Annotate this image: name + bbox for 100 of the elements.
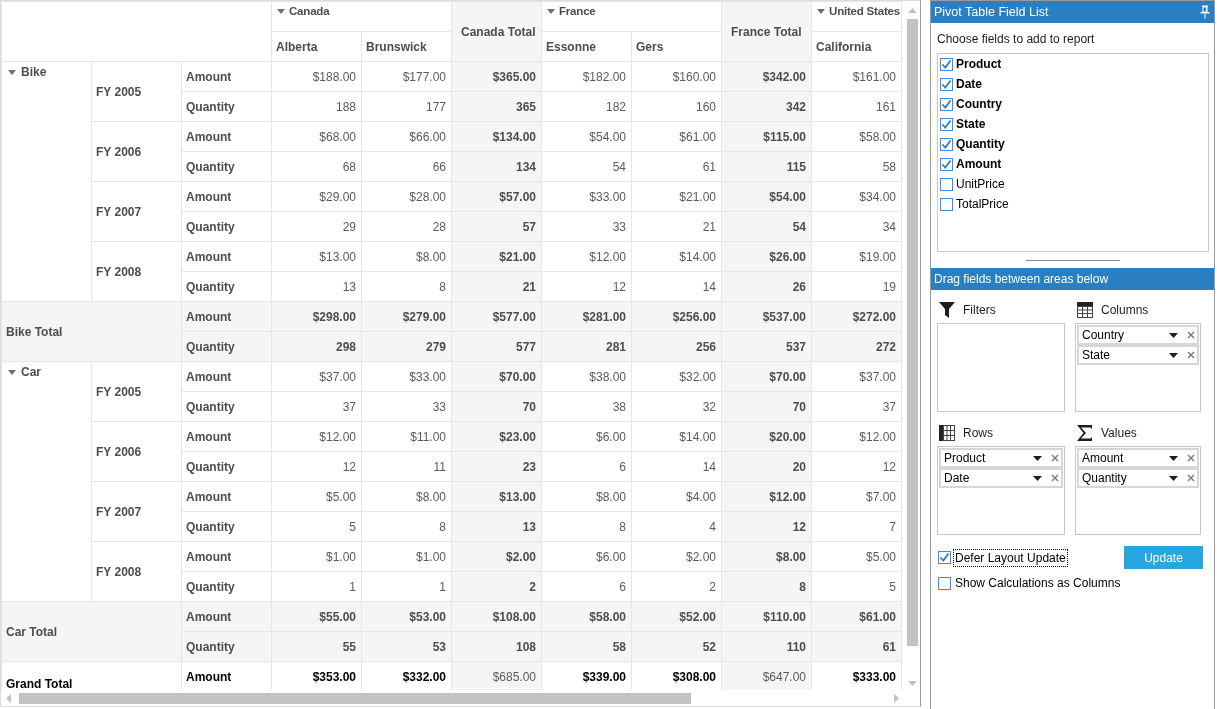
table-cell: $21.00 xyxy=(451,241,542,272)
table-cell: 13 xyxy=(271,271,362,302)
row-header: Quantity xyxy=(181,271,272,302)
column-header[interactable]: Canada xyxy=(289,3,330,21)
field-chip[interactable]: Country xyxy=(1077,325,1199,345)
option-label[interactable]: Defer Layout Update xyxy=(953,548,1068,567)
close-icon[interactable] xyxy=(1187,474,1195,482)
field-label[interactable]: Country xyxy=(956,95,1002,113)
option-label[interactable]: Show Calculations as Columns xyxy=(953,574,1123,592)
column-header[interactable]: Canada Total xyxy=(451,1,542,62)
checkbox[interactable] xyxy=(940,137,953,151)
table-cell: 54 xyxy=(721,211,812,242)
table-cell: 177 xyxy=(361,91,452,122)
table-cell: $281.00 xyxy=(541,301,632,332)
field-label[interactable]: TotalPrice xyxy=(956,195,1009,213)
checkbox[interactable] xyxy=(940,77,953,91)
table-cell: 537 xyxy=(721,331,812,362)
field-chip[interactable]: Date xyxy=(939,468,1063,488)
table-cell: $5.00 xyxy=(271,481,362,512)
row-header[interactable]: Car xyxy=(21,363,41,381)
scrollbar-thumb[interactable] xyxy=(907,19,918,646)
column-header[interactable]: Gers xyxy=(631,31,722,62)
close-icon[interactable] xyxy=(1187,331,1195,339)
column-header[interactable]: France xyxy=(559,3,596,21)
table-cell: 1 xyxy=(271,571,362,602)
table-cell: 55 xyxy=(271,631,362,662)
drop-area[interactable]: Product Date xyxy=(937,446,1065,535)
column-header[interactable]: France Total xyxy=(721,1,812,62)
table-cell: 256 xyxy=(631,331,722,362)
checkbox[interactable] xyxy=(940,177,953,191)
field-chip[interactable]: Quantity xyxy=(1077,468,1199,488)
field-chip[interactable]: State xyxy=(1077,345,1199,365)
field-label[interactable]: Quantity xyxy=(956,135,1005,153)
caret-down-icon[interactable] xyxy=(1033,475,1042,481)
checkbox[interactable] xyxy=(938,576,951,590)
field-label[interactable]: UnitPrice xyxy=(956,175,1005,193)
table-cell: $58.00 xyxy=(541,601,632,632)
table-cell: 2 xyxy=(631,571,722,602)
checkbox[interactable] xyxy=(940,117,953,131)
table-cell: 54 xyxy=(541,151,632,182)
drop-area[interactable]: Amount Quantity xyxy=(1075,446,1201,535)
table-cell: $70.00 xyxy=(721,361,812,392)
table-cell: $34.00 xyxy=(811,181,902,212)
scrollbar-thumb[interactable] xyxy=(19,692,691,704)
splitter-handle[interactable] xyxy=(1025,259,1120,261)
column-header[interactable]: Alberta xyxy=(271,31,362,62)
row-header: FY 2008 xyxy=(91,541,182,602)
caret-down-icon[interactable] xyxy=(1169,352,1178,358)
column-header[interactable]: Essonne xyxy=(541,31,632,62)
table-cell: $115.00 xyxy=(721,121,812,152)
row-header: Quantity xyxy=(181,511,272,542)
checkbox[interactable] xyxy=(940,57,953,71)
caret-down-icon[interactable] xyxy=(1169,475,1178,481)
column-header[interactable]: California xyxy=(811,31,902,62)
table-cell: 52 xyxy=(631,631,722,662)
table-cell: 298 xyxy=(271,331,362,362)
table-cell: 8 xyxy=(541,511,632,542)
checkbox[interactable] xyxy=(938,551,951,564)
table-cell: $12.00 xyxy=(811,421,902,452)
table-cell: 577 xyxy=(451,331,542,362)
table-cell: $160.00 xyxy=(631,61,722,92)
table-cell: $8.00 xyxy=(541,481,632,512)
row-header: FY 2006 xyxy=(91,421,182,482)
table-cell: $12.00 xyxy=(271,421,362,452)
field-label[interactable]: Date xyxy=(956,75,982,93)
column-header[interactable]: Brunswick xyxy=(361,31,452,62)
table-cell: $256.00 xyxy=(631,301,722,332)
close-icon[interactable] xyxy=(1051,454,1059,462)
field-chip[interactable]: Amount xyxy=(1077,448,1199,468)
row-header: Amount xyxy=(181,241,272,272)
row-header[interactable]: Bike xyxy=(21,63,47,81)
row-header: Amount xyxy=(181,601,272,632)
field-label[interactable]: State xyxy=(956,115,986,133)
table-cell: 58 xyxy=(811,151,902,182)
table-cell: $12.00 xyxy=(541,241,632,272)
caret-down-icon[interactable] xyxy=(1169,332,1178,338)
checkbox[interactable] xyxy=(940,97,953,111)
field-label[interactable]: Product xyxy=(956,55,1002,73)
table-cell: 6 xyxy=(541,571,632,602)
close-icon[interactable] xyxy=(1187,351,1195,359)
table-cell: $177.00 xyxy=(361,61,452,92)
table-cell: 272 xyxy=(811,331,902,362)
pin-icon[interactable] xyxy=(1200,5,1210,19)
table-cell: 188 xyxy=(271,91,362,122)
table-cell: $2.00 xyxy=(451,541,542,572)
caret-down-icon[interactable] xyxy=(1169,455,1178,461)
close-icon[interactable] xyxy=(1051,474,1059,482)
checkbox[interactable] xyxy=(940,157,953,171)
caret-down-icon[interactable] xyxy=(1033,455,1042,461)
checkbox[interactable] xyxy=(940,197,953,211)
field-label[interactable]: Amount xyxy=(956,155,1002,173)
table-cell: $272.00 xyxy=(811,301,902,332)
close-icon[interactable] xyxy=(1187,454,1195,462)
row-header: Quantity xyxy=(181,331,272,362)
field-chip[interactable]: Product xyxy=(939,448,1063,468)
table-cell: 26 xyxy=(721,271,812,302)
table-cell: $332.00 xyxy=(361,661,452,690)
table-cell: $32.00 xyxy=(631,361,722,392)
table-cell: $61.00 xyxy=(811,601,902,632)
drop-area[interactable]: Country State xyxy=(1075,323,1201,412)
